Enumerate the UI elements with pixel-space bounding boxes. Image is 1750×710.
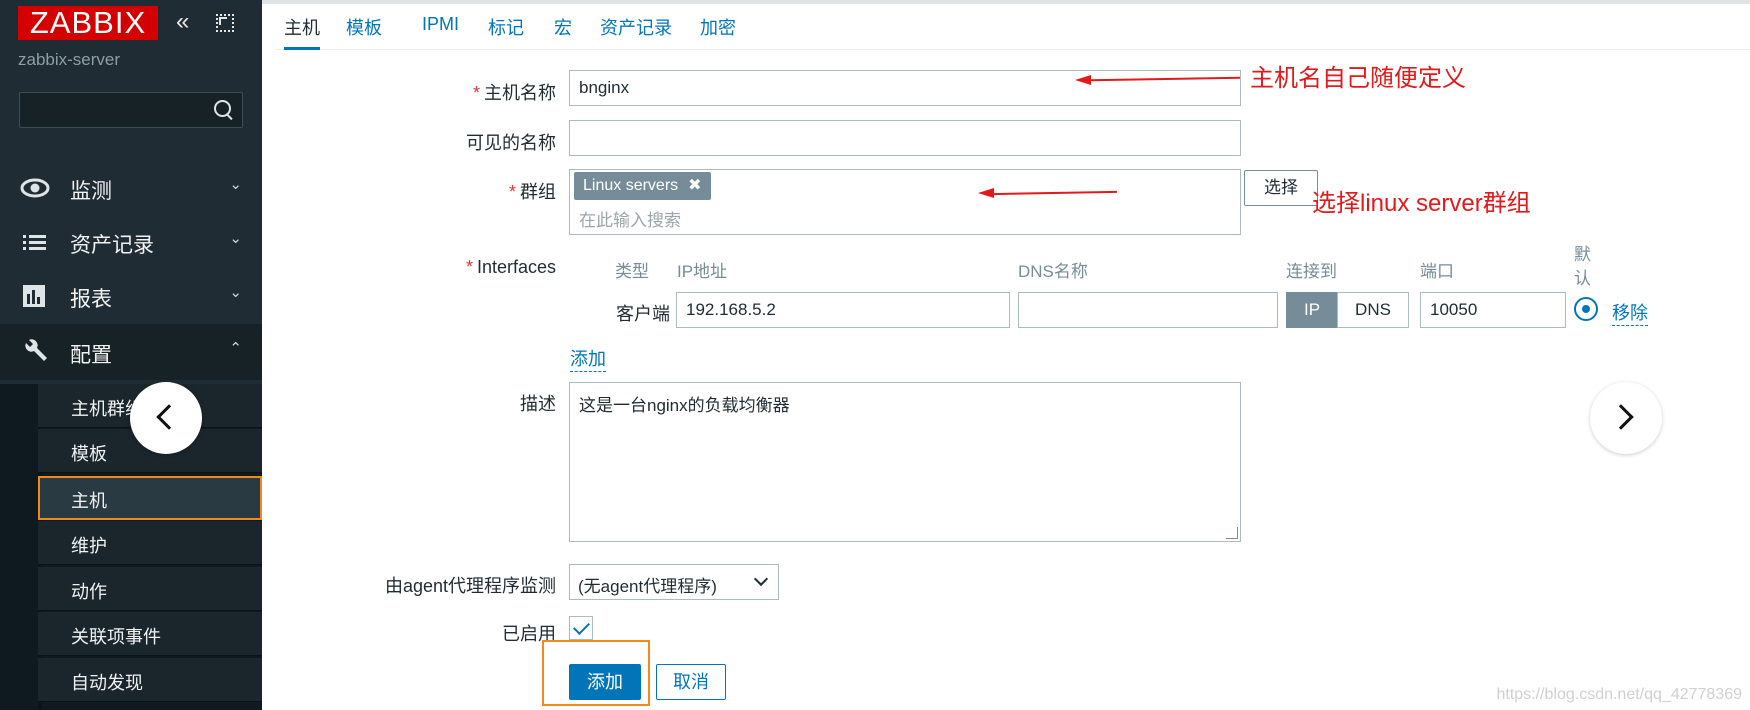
submenu-label: 自动发现 bbox=[71, 673, 143, 693]
submenu-hosts[interactable]: 主机 bbox=[38, 476, 262, 520]
sidebar: ZABBIX « zabbix-server 监测 ⌄ 资产记录 ⌄ 报表 ⌄ … bbox=[0, 0, 262, 710]
tab-templates[interactable]: 模板 bbox=[346, 14, 382, 50]
tab-ipmi[interactable]: IPMI bbox=[422, 14, 459, 50]
submenu-label: 主机 bbox=[71, 491, 107, 511]
kiosk-mode-icon[interactable] bbox=[216, 14, 234, 32]
hostname-label: * 主机名称 bbox=[472, 83, 556, 103]
submenu-label: 动作 bbox=[71, 582, 107, 602]
default-interface-radio[interactable] bbox=[1574, 297, 1598, 321]
bar-chart-icon bbox=[20, 282, 50, 310]
description-text: 这是一台nginx的负载均衡器 bbox=[579, 396, 790, 415]
collapse-sidebar-icon[interactable]: « bbox=[176, 10, 202, 36]
iface-header-ip: IP地址 bbox=[677, 262, 728, 281]
nav-label: 配置 bbox=[70, 344, 112, 367]
submenu-label: 维护 bbox=[71, 536, 107, 556]
add-interface-link[interactable]: 添加 bbox=[570, 345, 606, 372]
submenu-actions[interactable]: 动作 bbox=[38, 567, 262, 611]
close-icon[interactable]: ✖ bbox=[688, 177, 701, 194]
carousel-prev-button[interactable] bbox=[130, 382, 202, 454]
tab-encryption[interactable]: 加密 bbox=[700, 14, 736, 50]
annotation-arrowhead bbox=[1075, 75, 1091, 85]
proxy-label: 由agent代理程序监测 bbox=[384, 576, 556, 596]
enabled-label: 已启用 bbox=[502, 624, 556, 644]
watermark: https://blog.csdn.net/qq_42778369 bbox=[1496, 686, 1742, 703]
carousel-next-button[interactable] bbox=[1590, 382, 1662, 454]
iface-header-default: 默认 bbox=[1574, 245, 1591, 288]
enabled-checkbox[interactable] bbox=[569, 616, 593, 640]
submenu-correlation[interactable]: 关联项事件 bbox=[38, 612, 262, 656]
zabbix-logo[interactable]: ZABBIX bbox=[18, 6, 158, 40]
connect-dns-toggle[interactable]: DNS bbox=[1337, 292, 1409, 328]
visible-name-input[interactable] bbox=[569, 120, 1241, 156]
visible-name-label: 可见的名称 bbox=[466, 133, 556, 153]
chevron-down-icon bbox=[753, 571, 769, 587]
group-tag: Linux servers ✖ bbox=[574, 172, 711, 200]
description-textarea[interactable]: 这是一台nginx的负载均衡器 bbox=[569, 382, 1241, 542]
proxy-select-value: (无agent代理程序) bbox=[578, 577, 717, 596]
chevron-down-icon: ⌄ bbox=[229, 230, 242, 247]
nav-item-configuration[interactable]: 配置 ⌃ bbox=[0, 324, 262, 380]
nav-label: 监测 bbox=[70, 180, 112, 203]
iface-header-port: 端口 bbox=[1420, 262, 1454, 281]
iface-port-input[interactable]: 10050 bbox=[1420, 292, 1566, 328]
iface-header-dns: DNS名称 bbox=[1018, 262, 1088, 281]
chevron-right-icon bbox=[1608, 404, 1634, 430]
chevron-up-icon: ⌃ bbox=[229, 340, 242, 357]
cancel-button[interactable]: 取消 bbox=[656, 664, 726, 700]
nav-item-inventory[interactable]: 资产记录 ⌄ bbox=[0, 214, 262, 270]
annotation-arrowhead bbox=[978, 188, 994, 198]
iface-header-type: 类型 bbox=[615, 262, 649, 281]
nav-item-monitoring[interactable]: 监测 ⌄ bbox=[0, 160, 262, 216]
sidebar-search-input[interactable] bbox=[19, 92, 243, 128]
eye-icon bbox=[20, 174, 50, 202]
iface-dns-input[interactable] bbox=[1018, 292, 1278, 328]
tab-inventory[interactable]: 资产记录 bbox=[600, 14, 672, 50]
search-icon[interactable] bbox=[214, 100, 234, 120]
iface-ip-input[interactable]: 192.168.5.2 bbox=[676, 292, 1010, 328]
server-name: zabbix-server bbox=[18, 50, 121, 69]
iface-header-connect: 连接到 bbox=[1286, 262, 1337, 281]
add-button[interactable]: 添加 bbox=[569, 664, 641, 700]
groups-label: * 群组 bbox=[508, 182, 556, 202]
remove-interface-link[interactable]: 移除 bbox=[1612, 299, 1648, 326]
group-tag-label: Linux servers bbox=[583, 177, 679, 194]
hostname-input[interactable]: bnginx bbox=[569, 70, 1241, 106]
chevron-left-icon bbox=[156, 404, 182, 430]
connect-ip-toggle[interactable]: IP bbox=[1286, 292, 1338, 328]
list-icon bbox=[20, 228, 50, 256]
submenu-discovery[interactable]: 自动发现 bbox=[38, 658, 262, 702]
hostname-annotation: 主机名自己随便定义 bbox=[1250, 65, 1466, 92]
nav-label: 报表 bbox=[70, 288, 112, 311]
tab-bar: 主机 模板 IPMI 标记 宏 资产记录 加密 bbox=[276, 4, 1750, 50]
nav-label: 资产记录 bbox=[70, 234, 154, 257]
group-annotation: 选择linux server群组 bbox=[1312, 190, 1531, 217]
tab-host[interactable]: 主机 bbox=[284, 14, 320, 50]
interfaces-label: * Interfaces bbox=[465, 257, 556, 277]
chevron-down-icon: ⌄ bbox=[229, 284, 242, 301]
submenu-label: 关联项事件 bbox=[71, 627, 161, 647]
iface-type: 客户端 bbox=[616, 304, 670, 324]
wrench-icon bbox=[20, 338, 50, 366]
submenu-label: 模板 bbox=[71, 444, 107, 464]
tab-tags[interactable]: 标记 bbox=[488, 14, 524, 50]
proxy-select[interactable]: (无agent代理程序) bbox=[569, 564, 779, 600]
resize-grip-icon[interactable] bbox=[1226, 527, 1238, 539]
submenu-maintenance[interactable]: 维护 bbox=[38, 521, 262, 565]
select-group-button[interactable]: 选择 bbox=[1244, 170, 1318, 206]
nav-item-reports[interactable]: 报表 ⌄ bbox=[0, 268, 262, 324]
group-search-placeholder: 在此输入搜索 bbox=[579, 211, 681, 230]
tab-macros[interactable]: 宏 bbox=[554, 14, 572, 50]
description-label: 描述 bbox=[520, 394, 556, 414]
main-content: 主机 模板 IPMI 标记 宏 资产记录 加密 bbox=[262, 0, 1750, 710]
chevron-down-icon: ⌄ bbox=[229, 176, 242, 193]
